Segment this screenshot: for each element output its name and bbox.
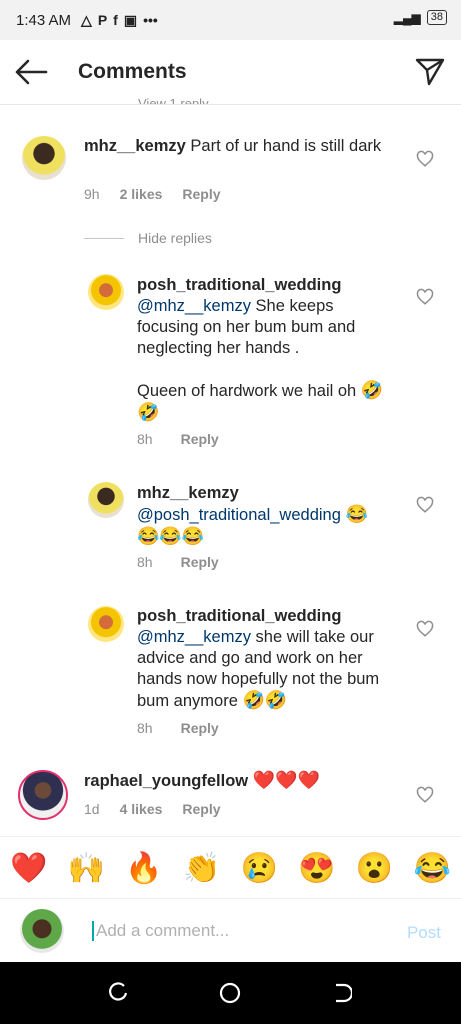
reply-button[interactable]: Reply [181,554,219,570]
avatar[interactable] [88,482,124,518]
comment-body: Part of ur hand is still dark [190,137,382,155]
direct-send-icon[interactable] [415,56,445,86]
comment-likes[interactable]: 2 likes [120,186,163,202]
notification-icon-4: ▣ [123,11,138,28]
comment-time: 9h [84,186,100,202]
reaction-heart-eyes[interactable]: 😍 [298,851,335,886]
status-time: 1:43 AM [16,11,72,29]
reaction-heart[interactable]: ❤️ [10,851,47,886]
notification-icon-more: ••• [143,12,158,28]
reaction-surprised[interactable]: 😮 [356,851,393,886]
comment-meta: 8h Reply [137,431,219,447]
back-nav-icon[interactable] [330,982,352,1004]
notification-icon-2: P [97,12,108,28]
comment-composer: Add a comment... Post [0,898,461,963]
comment-body-2: Queen of hardwork we hail oh [137,382,357,400]
like-heart-icon[interactable] [416,620,434,638]
reaction-fire[interactable]: 🔥 [125,851,162,886]
own-avatar [20,909,64,953]
status-right: ▂▄▆ 38 [394,10,447,25]
comment-username[interactable]: posh_traditional_wedding [137,607,341,625]
like-heart-icon[interactable] [416,288,434,306]
comment-emojis: 🤣🤣 [242,690,288,710]
notification-icon-3: f [113,12,118,28]
quick-reactions-bar: ❤️ 🙌 🔥 👏 😢 😍 😮 😂 [0,836,461,899]
comment-time: 1d [84,801,100,817]
comment-username[interactable]: posh_traditional_wedding [137,276,341,294]
comments-header: Comments [0,40,461,105]
comment-time: 8h [137,554,153,570]
reply-button[interactable]: Reply [182,801,220,817]
home-icon[interactable] [219,982,241,1004]
comment-text: mhz__kemzy @posh_traditional_wedding 😂😂😂… [137,483,387,548]
like-heart-icon[interactable] [416,150,434,168]
battery-icon: 38 [426,10,447,25]
system-nav-bar [0,962,461,1024]
comment-meta: 1d 4 likes Reply [84,801,221,817]
comment-likes[interactable]: 4 likes [120,801,163,817]
signal-icon: ▂▄▆ [393,10,421,25]
comment-mention[interactable]: @posh_traditional_wedding [137,506,341,524]
post-button[interactable]: Post [407,923,441,943]
reaction-cry[interactable]: 😢 [241,851,278,886]
comment-text: raphael_youngfellow ❤️❤️❤️ [84,770,384,792]
comment-username[interactable]: raphael_youngfellow [84,772,248,790]
back-arrow-icon[interactable] [14,58,48,86]
divider [84,237,124,239]
comment-text: posh_traditional_wedding @mhz__kemzy she… [137,606,399,712]
reply-button[interactable]: Reply [181,431,219,447]
notification-icons: △ P f ▣ ••• [81,12,158,29]
reaction-clap[interactable]: 👏 [183,851,220,886]
comment-mention[interactable]: @mhz__kemzy [137,297,251,315]
avatar[interactable] [88,606,124,642]
page-title: Comments [78,60,187,83]
comment-username[interactable]: mhz__kemzy [137,484,239,502]
view-replies-partial[interactable]: View 1 reply [138,96,209,104]
comment-mention[interactable]: @mhz__kemzy [137,628,251,646]
comment-emojis: ❤️❤️❤️ [252,770,320,790]
reaction-raised-hands[interactable]: 🙌 [68,851,105,886]
avatar[interactable] [88,274,124,310]
avatar[interactable] [22,136,66,180]
notification-icon-1: △ [81,11,92,28]
comment-meta: 8h Reply [137,720,219,736]
comment-text: posh_traditional_wedding @mhz__kemzy She… [137,275,387,424]
reply-button[interactable]: Reply [182,186,220,202]
like-heart-icon[interactable] [416,786,434,804]
comment-meta: 8h Reply [137,554,219,570]
comment-input[interactable]: Add a comment... [92,921,229,941]
comment-time: 8h [137,720,153,736]
recent-apps-icon[interactable] [108,982,130,1004]
reaction-laugh[interactable]: 😂 [414,851,451,886]
like-heart-icon[interactable] [416,496,434,514]
status-bar: 1:43 AM △ P f ▣ ••• ▂▄▆ 38 [0,0,461,40]
comment-time: 8h [137,431,153,447]
comment-meta: 9h 2 likes Reply [84,186,221,202]
hide-replies[interactable]: Hide replies [84,230,212,246]
reply-button[interactable]: Reply [181,720,219,736]
avatar-story-ring[interactable] [18,770,68,820]
comment-text: mhz__kemzy Part of ur hand is still dark [84,136,384,157]
hide-replies-label[interactable]: Hide replies [138,230,212,246]
comment-username[interactable]: mhz__kemzy [84,137,186,155]
